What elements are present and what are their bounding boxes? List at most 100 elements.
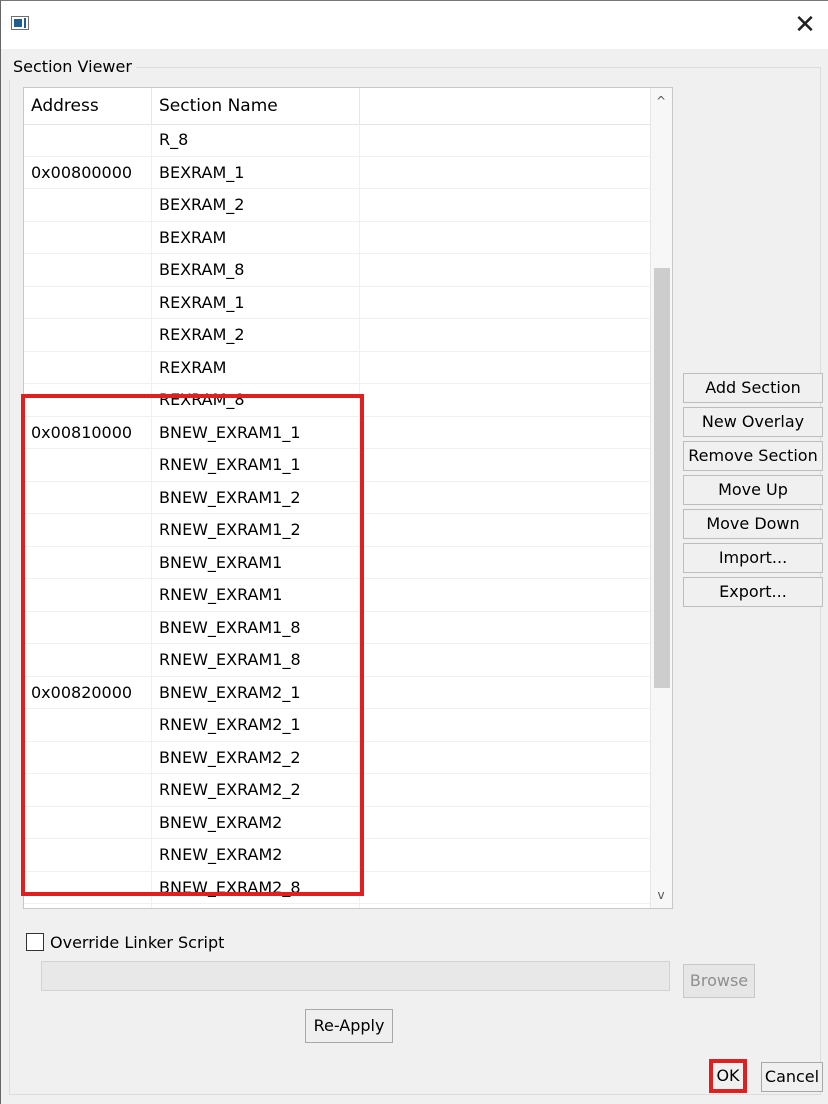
export-button[interactable]: Export...: [683, 577, 823, 607]
address-cell: [24, 741, 152, 773]
section-name-cell: BNEW_EXRAM1_8: [152, 611, 360, 643]
ok-button[interactable]: OK: [709, 1059, 747, 1093]
section-name-cell: REXRAM_8: [152, 384, 360, 416]
section-name-cell: RNEW_EXRAM2_2: [152, 774, 360, 806]
table-row[interactable]: RNEW_EXRAM2_1: [24, 709, 650, 742]
section-name-cell: REXRAM: [152, 351, 360, 383]
address-cell: [24, 839, 152, 871]
override-label: Override Linker Script: [50, 932, 225, 952]
section-name-cell: REXRAM_2: [152, 319, 360, 351]
table-row[interactable]: REXRAM_2: [24, 319, 650, 352]
browse-button: Browse: [683, 964, 755, 998]
table-row[interactable]: RNEW_EXRAM1_2: [24, 514, 650, 547]
address-cell: [24, 384, 152, 416]
remove-section-button[interactable]: Remove Section: [683, 441, 823, 471]
move-down-button[interactable]: Move Down: [683, 509, 823, 539]
table-row[interactable]: RNEW_EXRAM1_8: [24, 644, 650, 677]
section-name-cell: RNEW_EXRAM2_8: [152, 904, 360, 908]
address-cell: 0x00820000: [24, 676, 152, 708]
move-up-button[interactable]: Move Up: [683, 475, 823, 505]
section-name-cell: RNEW_EXRAM2_1: [152, 709, 360, 741]
address-cell: [24, 644, 152, 676]
section-name-cell: BNEW_EXRAM1_1: [152, 416, 360, 448]
section-name-cell: BNEW_EXRAM2: [152, 806, 360, 838]
empty-column-header: [360, 88, 650, 124]
section-name-cell: RNEW_EXRAM2: [152, 839, 360, 871]
section-name-cell: R_8: [152, 124, 360, 156]
linker-script-path-field: [41, 961, 670, 991]
section-name-cell: RNEW_EXRAM1_2: [152, 514, 360, 546]
table-header: Address Section Name: [24, 88, 650, 125]
section-viewer-title: Section Viewer: [9, 54, 136, 80]
address-cell: [24, 254, 152, 286]
table-row[interactable]: R_8: [24, 124, 650, 157]
import-button[interactable]: Import...: [683, 543, 823, 573]
new-overlay-button[interactable]: New Overlay: [683, 407, 823, 437]
scroll-thumb[interactable]: [654, 268, 670, 688]
override-checkbox[interactable]: [26, 933, 44, 951]
section-name-cell: BNEW_EXRAM1: [152, 546, 360, 578]
table-row[interactable]: BNEW_EXRAM2: [24, 806, 650, 839]
table-row[interactable]: BEXRAM_8: [24, 254, 650, 287]
scroll-up-arrow-icon[interactable]: ^: [650, 88, 672, 114]
reapply-button[interactable]: Re-Apply: [305, 1009, 393, 1043]
section-name-cell: REXRAM_1: [152, 286, 360, 318]
section-name-cell: RNEW_EXRAM1_1: [152, 449, 360, 481]
section-name-cell: BNEW_EXRAM2_1: [152, 676, 360, 708]
section-name-cell: BNEW_EXRAM2_8: [152, 871, 360, 903]
table-row[interactable]: BNEW_EXRAM1: [24, 546, 650, 579]
section-viewer-dialog: ✕ Section Viewer Address Section Name R_…: [0, 0, 828, 1104]
table-row[interactable]: RNEW_EXRAM2_8: [24, 904, 650, 908]
address-cell: [24, 904, 152, 908]
address-cell: [24, 319, 152, 351]
section-name-cell: RNEW_EXRAM1_8: [152, 644, 360, 676]
section-name-cell: BEXRAM_8: [152, 254, 360, 286]
table-row[interactable]: BNEW_EXRAM1_2: [24, 481, 650, 514]
table-row[interactable]: REXRAM_8: [24, 384, 650, 417]
table-row[interactable]: 0x00810000 BNEW_EXRAM1_1: [24, 416, 650, 449]
section-name-cell: BEXRAM_2: [152, 189, 360, 221]
address-cell: [24, 286, 152, 318]
table-row[interactable]: RNEW_EXRAM1: [24, 579, 650, 612]
table-row[interactable]: BNEW_EXRAM2_2: [24, 741, 650, 774]
override-linker-script[interactable]: Override Linker Script: [26, 930, 224, 954]
table-row[interactable]: RNEW_EXRAM1_1: [24, 449, 650, 482]
section-name-cell: BEXRAM_1: [152, 156, 360, 188]
address-cell: [24, 449, 152, 481]
app-icon: [11, 16, 29, 30]
address-cell: [24, 189, 152, 221]
add-section-button[interactable]: Add Section: [683, 373, 823, 403]
section-table: Address Section Name R_8 0x00800000 BEXRAM…: [23, 87, 673, 909]
title-bar: ✕: [1, 1, 828, 49]
table-row[interactable]: 0x00800000 BEXRAM_1: [24, 156, 650, 189]
address-cell: [24, 546, 152, 578]
table-rows: R_8 0x00800000 BEXRAM_1 BEXRAM_2 BEXRAM BEXRA…: [24, 124, 650, 908]
section-name-cell: BNEW_EXRAM2_2: [152, 741, 360, 773]
section-actions: Add Section New Overlay Remove Section Move…: [683, 373, 823, 611]
address-cell: [24, 871, 152, 903]
section-name-cell: BEXRAM: [152, 221, 360, 253]
table-row[interactable]: RNEW_EXRAM2_2: [24, 774, 650, 807]
address-cell: [24, 351, 152, 383]
address-cell: [24, 514, 152, 546]
section-name-column-header[interactable]: Section Name: [152, 88, 360, 124]
table-row[interactable]: BNEW_EXRAM2_8: [24, 871, 650, 904]
scroll-down-arrow-icon[interactable]: v: [650, 882, 672, 908]
table-scrollbar[interactable]: ^ v: [650, 88, 672, 908]
table-row[interactable]: RNEW_EXRAM2: [24, 839, 650, 872]
address-cell: [24, 611, 152, 643]
table-row[interactable]: BEXRAM: [24, 221, 650, 254]
close-button[interactable]: ✕: [787, 7, 823, 43]
address-cell: [24, 806, 152, 838]
table-row[interactable]: BEXRAM_2: [24, 189, 650, 222]
cancel-button[interactable]: Cancel: [761, 1062, 823, 1092]
address-cell: [24, 774, 152, 806]
address-column-header[interactable]: Address: [24, 88, 152, 124]
table-row[interactable]: REXRAM: [24, 351, 650, 384]
table-row[interactable]: REXRAM_1: [24, 286, 650, 319]
address-cell: [24, 579, 152, 611]
address-cell: [24, 709, 152, 741]
address-cell: 0x00800000: [24, 156, 152, 188]
table-row[interactable]: BNEW_EXRAM1_8: [24, 611, 650, 644]
table-row[interactable]: 0x00820000 BNEW_EXRAM2_1: [24, 676, 650, 709]
